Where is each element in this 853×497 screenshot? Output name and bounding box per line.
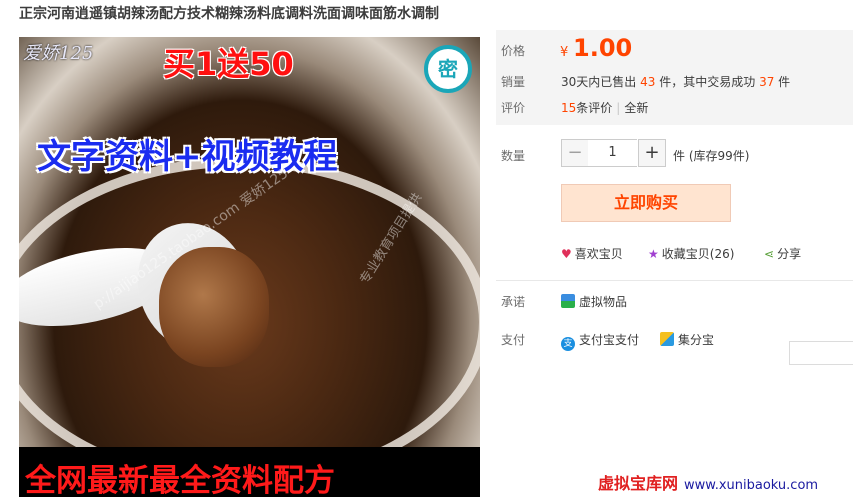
quantity-input[interactable] — [588, 139, 637, 167]
sales-suffix: 件 — [778, 75, 791, 89]
like-label: 喜欢宝贝 — [574, 247, 623, 261]
image-watermark-top: 爱娇125 — [23, 43, 94, 64]
sales-info: 30天内已售出 43 件，其中交易成功 37 件 — [561, 73, 790, 90]
sales-sold-count: 43 — [640, 75, 656, 89]
quantity-increase-button[interactable]: + — [638, 139, 666, 167]
payment-alipay-label: 支付宝支付 — [579, 333, 640, 347]
footer-watermark-site: www.xunibaoku.com — [684, 478, 819, 493]
payment-label: 支付 — [501, 333, 526, 347]
sales-label: 销量 — [501, 75, 526, 89]
reviews-count-suffix[interactable]: 条评价 — [576, 101, 612, 115]
sales-prefix: 30天内已售出 — [561, 75, 637, 89]
image-bottom-band: 全网最新最全资料配方 — [19, 447, 480, 497]
footer-watermark: 虚拟宝库网 www.xunibaoku.com — [598, 470, 818, 494]
price-currency: ¥ — [560, 45, 569, 60]
footer-watermark-name: 虚拟宝库网 — [598, 474, 679, 493]
quantity-decrease-button[interactable]: − — [561, 139, 589, 167]
payment-jifenbao[interactable]: 集分宝 — [660, 331, 714, 348]
buy-now-button[interactable]: 立即购买 — [561, 184, 731, 222]
product-title: 正宗河南逍遥镇胡辣汤配方技术糊辣汤料底调料洗面调味面筋水调制 — [19, 6, 439, 22]
sales-mid: 件，其中交易成功 — [659, 75, 756, 89]
quantity-stepper: − + — [561, 139, 666, 167]
reviews-count[interactable]: 15 — [561, 101, 576, 115]
virtual-goods-icon — [561, 294, 575, 308]
product-image[interactable]: 爱娇125 买1送50 密 文字资料+视频教程 p://aijiao125.ta… — [19, 37, 480, 497]
jifenbao-icon — [660, 332, 674, 346]
share-icon: ⋖ — [764, 247, 775, 261]
soup-ingredient-shape — [159, 247, 269, 367]
price-value: 1.00 — [573, 34, 633, 62]
share-button[interactable]: ⋖ 分享 — [764, 245, 801, 262]
payment-alipay[interactable]: 支支付宝支付 — [561, 331, 639, 351]
reviews-separator: | — [616, 101, 621, 115]
quantity-stock: 件 (库存99件) — [673, 149, 750, 163]
alipay-icon: 支 — [561, 337, 575, 351]
reviews-condition: 全新 — [624, 101, 649, 115]
quantity-label: 数量 — [501, 149, 526, 163]
image-headline: 文字资料+视频教程 — [37, 137, 338, 177]
image-promo-text: 买1送50 — [163, 45, 294, 83]
image-bottom-text: 全网最新最全资料配方 — [25, 463, 335, 497]
like-button[interactable]: ♥ 喜欢宝贝 — [561, 245, 623, 262]
sales-success-count: 37 — [759, 75, 775, 89]
floating-panel — [789, 341, 853, 365]
star-icon: ★ — [648, 247, 659, 261]
share-label: 分享 — [777, 247, 802, 261]
secret-badge-icon: 密 — [424, 45, 472, 93]
promise-value: 虚拟物品 — [579, 295, 628, 309]
favorite-button[interactable]: ★ 收藏宝贝(26) — [648, 245, 734, 262]
promise-label: 承诺 — [501, 295, 526, 309]
favorite-label: 收藏宝贝(26) — [661, 247, 735, 261]
reviews-label: 评价 — [501, 101, 526, 115]
divider — [496, 280, 853, 281]
promise-virtual-goods[interactable]: 虚拟物品 — [561, 293, 627, 310]
payment-jifen-label: 集分宝 — [678, 333, 715, 347]
heart-icon: ♥ — [561, 247, 572, 261]
reviews-info: 15条评价 | 全新 — [561, 99, 648, 116]
price-label: 价格 — [501, 44, 526, 58]
